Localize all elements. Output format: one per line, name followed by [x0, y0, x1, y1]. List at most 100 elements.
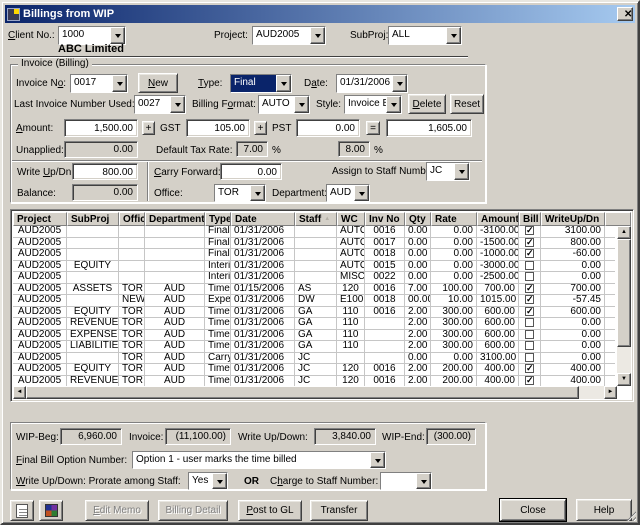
invoice-no-select[interactable]: 0017 — [70, 74, 128, 93]
bill-checkbox[interactable] — [525, 341, 534, 350]
column-header-date[interactable]: Date — [231, 212, 295, 226]
final-bill-option-select[interactable]: Option 1 - user marks the time billed — [132, 451, 386, 469]
date-dropdown-arrow-icon[interactable] — [392, 75, 407, 92]
gst-input[interactable] — [186, 119, 250, 137]
prorate-select[interactable]: Yes — [188, 472, 228, 490]
title-bar[interactable]: Billings from WIP ✕ — [5, 5, 635, 23]
column-header-project[interactable]: Project — [13, 212, 67, 226]
write-up-dn-input[interactable] — [72, 163, 138, 180]
column-header-inv-no[interactable]: Inv No — [365, 212, 405, 226]
equals-button[interactable]: = — [366, 121, 380, 135]
column-header-office[interactable]: Office — [119, 212, 145, 226]
billing-format-dropdown-arrow-icon[interactable] — [294, 96, 309, 113]
bill-checkbox[interactable] — [525, 238, 534, 247]
charge-staff-select[interactable] — [380, 472, 432, 490]
pst-input[interactable] — [296, 119, 360, 137]
bill-checkbox[interactable] — [525, 318, 534, 327]
office-select[interactable]: TOR — [214, 184, 266, 202]
close-button[interactable]: Close — [500, 499, 566, 521]
last-invoice-select[interactable]: 0027 — [134, 95, 186, 114]
client-no-dropdown-arrow-icon[interactable] — [110, 27, 125, 44]
bill-checkbox[interactable] — [525, 226, 534, 235]
bill-checkbox[interactable] — [525, 353, 534, 362]
bill-checkbox[interactable] — [525, 330, 534, 339]
billing-format-select[interactable]: AUTO — [258, 95, 310, 114]
column-header-amount[interactable]: Amount — [477, 212, 519, 226]
assign-staff-select[interactable]: JC — [426, 162, 470, 181]
horizontal-scrollbar-thumb[interactable] — [26, 386, 579, 399]
column-header-bill[interactable]: Bill — [519, 212, 541, 226]
bill-checkbox[interactable] — [525, 261, 534, 270]
bill-checkbox[interactable] — [525, 249, 534, 258]
grid-row[interactable]: AUD2005Final01/31/2006AUTO00160.000.00-3… — [13, 226, 615, 238]
grid-row[interactable]: AUD2005REVENUETORAUDTime01/31/2006GA1102… — [13, 318, 615, 330]
column-header-writeup-dn[interactable]: WriteUp/Dn — [541, 212, 605, 226]
grid-row[interactable]: AUD2005TORAUDCarry Forward01/31/2006JC0.… — [13, 353, 615, 365]
project-dropdown-arrow-icon[interactable] — [310, 27, 325, 44]
horizontal-scrollbar[interactable]: ◄ ► — [13, 386, 617, 399]
edit-memo-button[interactable]: Edit Memo — [85, 500, 149, 521]
office-dropdown-arrow-icon[interactable] — [250, 185, 265, 201]
type-dropdown-arrow-icon[interactable] — [276, 75, 291, 92]
report-button[interactable] — [10, 500, 34, 521]
bill-checkbox[interactable] — [525, 284, 534, 293]
scroll-up-arrow-icon[interactable]: ▲ — [617, 226, 631, 239]
amount-input[interactable] — [64, 119, 138, 137]
scroll-right-arrow-icon[interactable]: ► — [604, 386, 617, 399]
grid-row[interactable]: AUD2005EXPENSETORAUDTime01/31/2006GA1102… — [13, 330, 615, 342]
grid-row[interactable]: AUD2005EQUITYTORAUDTime01/31/2006GA11000… — [13, 307, 615, 319]
amount-plus-button[interactable]: + — [142, 121, 155, 135]
grid-row[interactable]: AUD2005EQUITYTORAUDTime01/31/2006JC12000… — [13, 364, 615, 376]
grid-cell: NEW — [119, 295, 145, 307]
billing-detail-button[interactable]: Billing Detail — [158, 500, 228, 521]
column-header-staff[interactable]: Staff▲ — [295, 212, 337, 226]
department-select[interactable]: AUD — [326, 184, 370, 202]
style-select[interactable]: Invoice B — [344, 95, 402, 114]
assign-staff-dropdown-arrow-icon[interactable] — [454, 163, 469, 180]
help-button[interactable]: Help — [576, 499, 632, 521]
vertical-scrollbar-thumb[interactable] — [617, 239, 631, 347]
new-button[interactable]: New — [138, 73, 178, 93]
column-header-wc[interactable]: WC — [337, 212, 365, 226]
scroll-left-arrow-icon[interactable]: ◄ — [13, 386, 26, 399]
transfer-button[interactable]: Transfer — [310, 500, 368, 521]
post-to-gl-button[interactable]: Post to GL — [238, 500, 302, 521]
subproj-dropdown-arrow-icon[interactable] — [446, 27, 461, 44]
detail-view-button[interactable] — [39, 500, 63, 521]
subproj-select[interactable]: ALL — [388, 26, 462, 45]
grid-row[interactable]: AUD2005LIABILITIESTORAUDTime01/31/2006GA… — [13, 341, 615, 353]
carry-forward-input[interactable] — [220, 163, 282, 180]
grid-row[interactable]: AUD2005Final01/31/2006AUTO00180.000.00-1… — [13, 249, 615, 261]
type-select[interactable]: Final — [230, 74, 292, 93]
department-dropdown-arrow-icon[interactable] — [354, 185, 369, 201]
close-window-button[interactable]: ✕ — [617, 7, 633, 21]
bill-checkbox[interactable] — [525, 307, 534, 316]
final-bill-option-dropdown-arrow-icon[interactable] — [370, 452, 385, 468]
invoice-no-dropdown-arrow-icon[interactable] — [112, 75, 127, 92]
column-header-qty[interactable]: Qty — [405, 212, 431, 226]
delete-button[interactable]: Delete — [408, 94, 446, 114]
scroll-down-arrow-icon[interactable]: ▼ — [617, 373, 631, 386]
project-select[interactable]: AUD2005 — [252, 26, 326, 45]
column-header-type[interactable]: Type — [205, 212, 231, 226]
vertical-scrollbar[interactable]: ▲ ▼ — [617, 226, 631, 386]
bill-checkbox[interactable] — [525, 376, 534, 385]
date-select[interactable]: 01/31/2006 — [336, 74, 408, 93]
last-invoice-dropdown-arrow-icon[interactable] — [170, 96, 185, 113]
column-header-department[interactable]: Department — [145, 212, 205, 226]
bill-checkbox[interactable] — [525, 295, 534, 304]
grid-row[interactable]: AUD2005Interim01/31/2006MISC00220.000.00… — [13, 272, 615, 284]
grid-row[interactable]: AUD2005EQUITYInterim01/31/2006AUTO00150.… — [13, 261, 615, 273]
column-header-subproj[interactable]: SubProj — [67, 212, 119, 226]
style-dropdown-arrow-icon[interactable] — [386, 96, 401, 113]
column-header-rate[interactable]: Rate — [431, 212, 477, 226]
grid-row[interactable]: AUD2005NEWAUDExpense01/31/2006DWE1000018… — [13, 295, 615, 307]
gst-plus-button[interactable]: + — [254, 121, 267, 135]
grid-row[interactable]: AUD2005Final01/31/2006AUTO00170.000.00-1… — [13, 238, 615, 250]
bill-checkbox[interactable] — [525, 364, 534, 373]
reset-button[interactable]: Reset — [450, 94, 484, 114]
charge-staff-dropdown-arrow-icon[interactable] — [416, 473, 431, 489]
grid-row[interactable]: AUD2005ASSETSTORAUDTime01/15/2006AS12000… — [13, 284, 615, 296]
bill-checkbox[interactable] — [525, 272, 534, 281]
prorate-dropdown-arrow-icon[interactable] — [212, 473, 227, 489]
